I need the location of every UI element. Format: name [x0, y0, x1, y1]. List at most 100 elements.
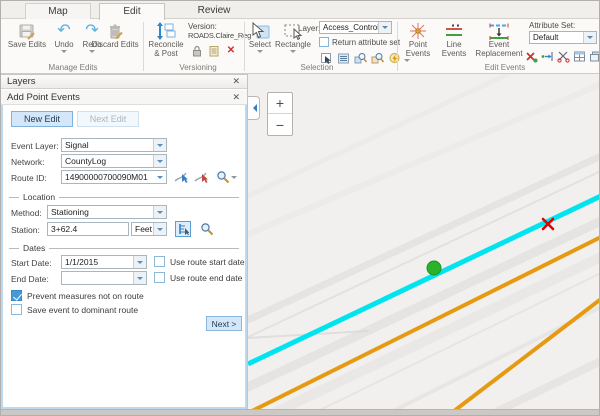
station-unit-dropdown[interactable] — [153, 223, 166, 235]
checkbox-box-checked[interactable] — [11, 290, 22, 301]
discard-edits-button[interactable]: Discard Edits — [89, 21, 141, 49]
add-point-events-body: New Edit Next Edit Event Layer: Signal N… — [1, 105, 247, 409]
add-point-events-header: Add Point Events ✕ — [1, 90, 247, 105]
station-unit-value: Feet — [132, 224, 153, 234]
magnifier-database-alt-icon[interactable] — [370, 52, 384, 65]
point-events-button[interactable]: Point Events — [400, 21, 436, 58]
layers-close-icon[interactable]: ✕ — [225, 76, 247, 87]
select-label: Select — [249, 40, 271, 49]
route-id-dropdown[interactable] — [153, 171, 166, 183]
pick-route-blue-icon — [174, 170, 188, 184]
select-dropdown-arrow[interactable] — [257, 50, 263, 56]
version-changes-icon[interactable] — [207, 44, 221, 57]
use-route-start-date-checkbox[interactable]: Use route start date — [154, 256, 245, 267]
manage-edits-group-label: Manage Edits — [29, 63, 117, 72]
map-view[interactable]: + − — [247, 74, 599, 409]
redo-dropdown-arrow[interactable] — [89, 50, 95, 56]
select-button[interactable]: Select — [245, 21, 275, 56]
start-date-combo[interactable]: 1/1/2015 — [61, 255, 147, 269]
undo-dropdown-arrow[interactable] — [61, 50, 67, 56]
location-section-title: Location — [23, 192, 55, 202]
checkbox-box[interactable] — [319, 37, 329, 47]
zoom-to-route-dropdown-arrow[interactable] — [231, 176, 237, 182]
selection-layer-combo[interactable]: Access_Control — [319, 21, 392, 34]
zoom-to-station-button[interactable] — [199, 221, 215, 237]
reconcile-post-button[interactable]: Reconcile & Post — [146, 21, 186, 58]
dates-section-title: Dates — [23, 243, 45, 253]
tab-map[interactable]: Map — [25, 3, 91, 19]
tab-edit[interactable]: Edit — [99, 3, 165, 20]
cascade-windows-icon[interactable] — [588, 50, 600, 63]
station-tool-icon — [177, 223, 189, 235]
rectangle-dropdown-arrow[interactable] — [290, 50, 296, 56]
map-canvas[interactable] — [248, 74, 599, 409]
selection-layer-dropdown[interactable] — [378, 22, 391, 33]
end-date-combo[interactable] — [61, 271, 147, 285]
event-layer-value: Signal — [62, 140, 153, 150]
save-to-dominant-route-checkbox[interactable]: Save event to dominant route — [11, 304, 138, 315]
next-edit-button[interactable]: Next Edit — [77, 111, 139, 127]
lock-icon[interactable] — [190, 44, 204, 57]
line-events-button[interactable]: Line Events — [438, 21, 470, 58]
use-route-end-date-label: Use route end date — [170, 273, 242, 283]
checkbox-box[interactable] — [154, 256, 165, 267]
delete-version-icon[interactable]: ✕ — [224, 44, 238, 57]
magnifier-orange-icon — [200, 222, 214, 236]
separator-line — [9, 197, 19, 198]
station-unit-combo[interactable]: Feet — [131, 222, 167, 236]
lightning-icon[interactable] — [387, 52, 401, 65]
discard-edits-label: Discard Edits — [91, 40, 138, 49]
separator-line — [49, 248, 239, 249]
pick-route-from-map-button[interactable] — [173, 169, 189, 185]
use-route-end-date-checkbox[interactable]: Use route end date — [154, 272, 242, 283]
offset-arrows-icon[interactable] — [540, 50, 554, 63]
versioning-group-label: Versioning — [153, 63, 243, 72]
collapse-panel-button[interactable] — [248, 96, 260, 120]
tab-review[interactable]: Review — [183, 3, 245, 19]
save-edits-button[interactable]: Save Edits — [5, 21, 49, 49]
network-dropdown[interactable] — [153, 155, 166, 167]
next-button[interactable]: Next > — [206, 316, 242, 331]
select-cursor-icon — [250, 21, 270, 40]
dates-section-separator: Dates — [9, 243, 239, 253]
event-layer-combo[interactable]: Signal — [61, 138, 167, 152]
method-dropdown[interactable] — [153, 206, 166, 218]
add-point-events-close-icon[interactable]: ✕ — [225, 92, 247, 103]
network-combo[interactable]: CountyLog — [61, 154, 167, 168]
left-panel: Layers ✕ Add Point Events ✕ New Edit Nex… — [1, 74, 247, 409]
return-attribute-set-checkbox[interactable]: Return attribute set — [319, 37, 400, 47]
attribute-set-combo[interactable]: Default — [529, 31, 597, 44]
prevent-measures-checkbox[interactable]: Prevent measures not on route — [11, 290, 144, 301]
table-icon[interactable] — [572, 50, 586, 63]
layers-pane-header: Layers ✕ — [1, 74, 247, 89]
checkbox-box[interactable] — [154, 272, 165, 283]
checkbox-box[interactable] — [11, 304, 22, 315]
attribute-set-dropdown[interactable] — [583, 32, 596, 43]
undo-label: Undo — [54, 40, 73, 49]
event-replacement-button[interactable]: Event Replacement — [471, 21, 527, 58]
route-id-combo[interactable]: 14900000700090M01 — [61, 170, 167, 184]
trash-icon — [107, 21, 123, 40]
method-combo[interactable]: Stationing — [47, 205, 167, 219]
end-date-dropdown[interactable] — [133, 272, 146, 284]
zoom-in-button[interactable]: + — [268, 93, 292, 114]
zoom-to-route-button[interactable] — [215, 169, 231, 185]
pick-route-alt-button[interactable] — [193, 169, 209, 185]
selection-tools-dropdown-arrow[interactable] — [404, 59, 410, 65]
start-date-label: Start Date: — [11, 258, 52, 268]
scissors-icon[interactable] — [556, 50, 570, 63]
edit-events-group-label: Edit Events — [465, 63, 545, 72]
reconcile-post-label: Reconcile & Post — [146, 40, 186, 58]
undo-button[interactable]: ↶ Undo — [51, 21, 77, 56]
zoom-out-button[interactable]: − — [268, 114, 292, 135]
delete-event-icon[interactable] — [524, 50, 538, 63]
event-layer-dropdown[interactable] — [153, 139, 166, 151]
separator-line — [59, 197, 239, 198]
station-input[interactable]: 3+62.4 — [47, 222, 129, 236]
magnifier-orange-icon — [216, 170, 230, 184]
pick-station-from-map-button[interactable] — [175, 221, 191, 237]
new-edit-button[interactable]: New Edit — [11, 111, 73, 127]
start-date-dropdown[interactable] — [133, 256, 146, 268]
layers-pane-title: Layers — [1, 76, 225, 87]
line-events-label: Line Events — [438, 40, 470, 58]
